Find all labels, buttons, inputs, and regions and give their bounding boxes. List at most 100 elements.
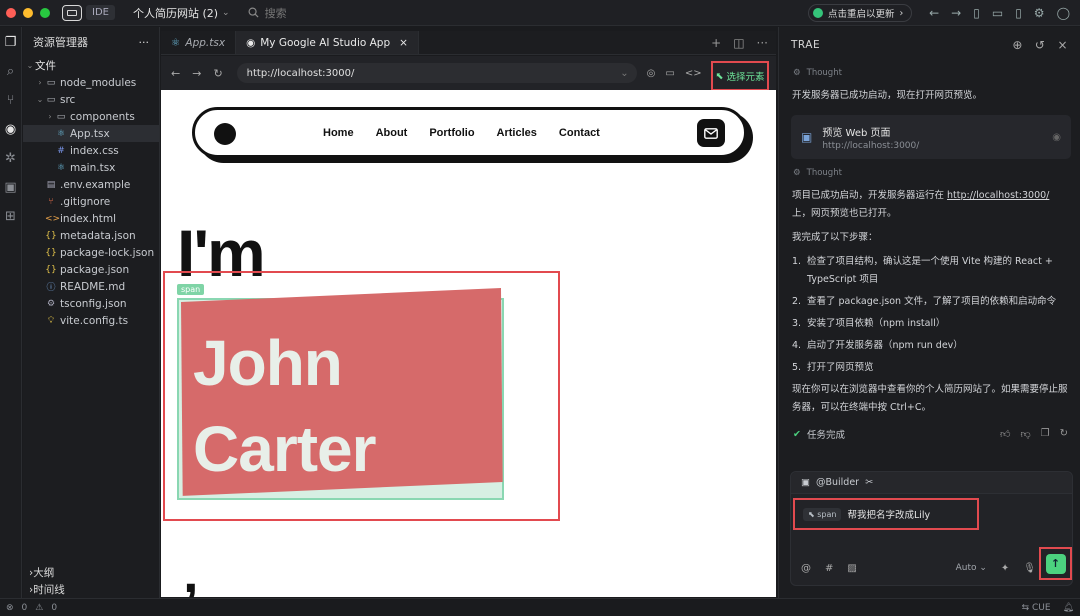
localhost-link[interactable]: http://localhost:3000/ <box>947 190 1049 201</box>
send-button[interactable]: ↑ <box>1045 553 1066 574</box>
retry-icon[interactable]: ↻ <box>1060 428 1068 440</box>
tree-file[interactable]: {} package-lock.json <box>23 244 159 261</box>
language-mode[interactable]: ⇆ CUE <box>1022 603 1051 613</box>
settings-gear-icon[interactable]: ⚙ <box>1034 6 1045 20</box>
more-actions-icon[interactable]: ··· <box>139 36 150 49</box>
search-view-icon[interactable]: ⌕ <box>7 64 14 79</box>
toggle-panel-icon[interactable]: ▭ <box>992 6 1003 20</box>
eye-icon[interactable]: ◉ <box>1052 132 1061 143</box>
chevron-down-icon[interactable]: ⌄ <box>620 68 628 79</box>
tree-folder[interactable]: › ▭ components <box>23 108 159 125</box>
zoom-window-button[interactable] <box>40 7 50 18</box>
msg2-suffix: 上，网页预览也已打开。 <box>792 208 897 219</box>
chevron-down-icon[interactable]: ⌄ <box>222 8 230 18</box>
ai-chat-panel: TRAE ⊕ ↺ × ⚙ Thought 开发服务器已成功启动，现在打开网页预览… <box>778 27 1080 598</box>
image-icon[interactable]: ▨ <box>847 563 856 574</box>
tree-file[interactable]: ⚛ App.tsx <box>23 125 159 142</box>
span-context-chip[interactable]: ⬉ span <box>803 507 842 521</box>
nav-home[interactable]: Home <box>323 127 354 139</box>
thought-label[interactable]: ⚙ Thought <box>779 63 1080 83</box>
tools-icon[interactable]: ✂ <box>865 477 873 488</box>
chat-input[interactable]: ⬉ span 帮我把名字改成Lily <box>793 498 979 530</box>
toggle-right-panel-icon[interactable]: ▯ <box>1015 6 1022 20</box>
panel-title: TRAE <box>791 39 821 51</box>
close-tab-icon[interactable]: × <box>399 37 408 49</box>
account-icon[interactable]: ◯ <box>1057 6 1070 20</box>
more-actions-icon[interactable]: ··· <box>757 36 768 50</box>
tree-file[interactable]: ▤ .env.example <box>23 176 159 193</box>
close-panel-icon[interactable]: × <box>1057 38 1068 52</box>
url-input[interactable]: http://localhost:3000/ ⌄ <box>236 63 637 83</box>
split-editor-icon[interactable]: ◫ <box>733 36 744 50</box>
hash-icon[interactable]: # <box>825 563 833 574</box>
tree-folder[interactable]: ⌄ ▭ src <box>23 91 159 108</box>
tree-file[interactable]: 💡︎ vite.config.ts <box>23 312 159 329</box>
files-icon[interactable]: ❐ <box>5 35 17 50</box>
model-selector[interactable]: Auto ⌄ <box>956 563 987 573</box>
tree-file[interactable]: {} package.json <box>23 261 159 278</box>
forward-arrow-icon[interactable]: → <box>192 67 201 80</box>
selected-span-element[interactable]: John Carter <box>177 288 504 500</box>
chevron-down-icon: ⌄ <box>26 61 34 70</box>
close-window-button[interactable] <box>6 7 16 18</box>
target-icon[interactable]: ◎ <box>647 68 656 79</box>
history-icon[interactable]: ↺ <box>1035 38 1046 52</box>
tree-file[interactable]: <> index.html <box>23 210 159 227</box>
warning-icon[interactable]: ⚠ <box>35 603 43 613</box>
file-icon: ▤ <box>46 179 56 190</box>
forward-arrow-icon[interactable]: → <box>951 6 961 20</box>
search-box[interactable]: 搜索 <box>248 5 287 21</box>
tree-file[interactable]: ⓘ README.md <box>23 278 159 295</box>
tree-root[interactable]: ⌄ 文件 <box>23 57 159 74</box>
preview-eye-icon[interactable]: ◉ <box>5 122 16 137</box>
thumbs-down-icon[interactable]: 👎︎ <box>1020 428 1030 440</box>
select-element-button[interactable]: ⬉ 选择元素 <box>711 61 769 91</box>
debug-icon[interactable]: ✲ <box>5 151 16 166</box>
tab-app-tsx[interactable]: ⚛ App.tsx <box>161 31 237 54</box>
step-item: 2. 查看了 package.json 文件，了解了项目的依赖和启动命令 <box>792 293 1068 311</box>
nav-articles[interactable]: Articles <box>497 127 537 139</box>
error-icon[interactable]: ⊗ <box>6 603 14 613</box>
back-arrow-icon[interactable]: ← <box>171 67 180 80</box>
folder-icon: ▭ <box>46 94 56 105</box>
thought-label-2[interactable]: ⚙ Thought <box>779 163 1080 183</box>
source-control-icon[interactable]: ⑂ <box>7 93 15 108</box>
agent-selector[interactable]: ▣ @Builder ✂ <box>791 472 1072 494</box>
new-chat-icon[interactable]: ⊕ <box>1012 38 1023 52</box>
nav-about[interactable]: About <box>376 127 408 139</box>
devices-icon[interactable]: ▭ <box>665 68 674 79</box>
copy-icon[interactable]: ❐ <box>1041 428 1050 440</box>
mention-icon[interactable]: @ <box>801 563 811 574</box>
nav-portfolio[interactable]: Portfolio <box>429 127 474 139</box>
tree-file[interactable]: ⚛ main.tsx <box>23 159 159 176</box>
tab-preview[interactable]: ◉ My Google AI Studio App × <box>236 31 419 54</box>
sparkle-icon[interactable]: ✦ <box>1001 563 1009 574</box>
notifications-icon[interactable]: 🔔︎ <box>1063 603 1074 613</box>
extensions-icon[interactable]: ⊞ <box>5 209 16 224</box>
tree-file[interactable]: {} metadata.json <box>23 227 159 244</box>
mail-button[interactable] <box>697 119 725 147</box>
tree-file[interactable]: ⑂ .gitignore <box>23 193 159 210</box>
nav-contact[interactable]: Contact <box>559 127 600 139</box>
tree-file[interactable]: # index.css <box>23 142 159 159</box>
reload-icon[interactable]: ↻ <box>213 67 222 80</box>
browser-actions: ◎ ▭ <> <box>647 68 702 79</box>
back-arrow-icon[interactable]: ← <box>929 6 939 20</box>
new-tab-icon[interactable]: + <box>711 36 721 50</box>
preview-web-card[interactable]: ▣ 预览 Web 页面 http://localhost:3000/ ◉ <box>791 115 1071 159</box>
tree-file[interactable]: ⚙ tsconfig.json <box>23 295 159 312</box>
arrow-up-icon: ↑ <box>1050 557 1061 570</box>
tree-folder[interactable]: › ▭ node_modules <box>23 74 159 91</box>
code-icon[interactable]: <> <box>685 68 702 79</box>
restart-update-button[interactable]: 点击重启以更新 › <box>808 4 913 22</box>
project-selector[interactable]: 个人简历网站 (2) <box>133 5 218 21</box>
minimize-window-button[interactable] <box>23 7 33 18</box>
timeline-section[interactable]: › 时间线 <box>23 581 160 598</box>
outline-section[interactable]: › 大纲 <box>23 564 160 581</box>
mic-icon[interactable]: 🎙︎ <box>1023 563 1036 574</box>
toggle-sidebar-icon[interactable]: ▯ <box>973 6 980 20</box>
ide-mode-badge[interactable]: IDE <box>86 5 115 20</box>
remote-icon[interactable]: ▣ <box>4 180 16 195</box>
thumbs-up-icon[interactable]: 👍︎ <box>1000 428 1010 440</box>
site-logo[interactable] <box>214 123 236 145</box>
